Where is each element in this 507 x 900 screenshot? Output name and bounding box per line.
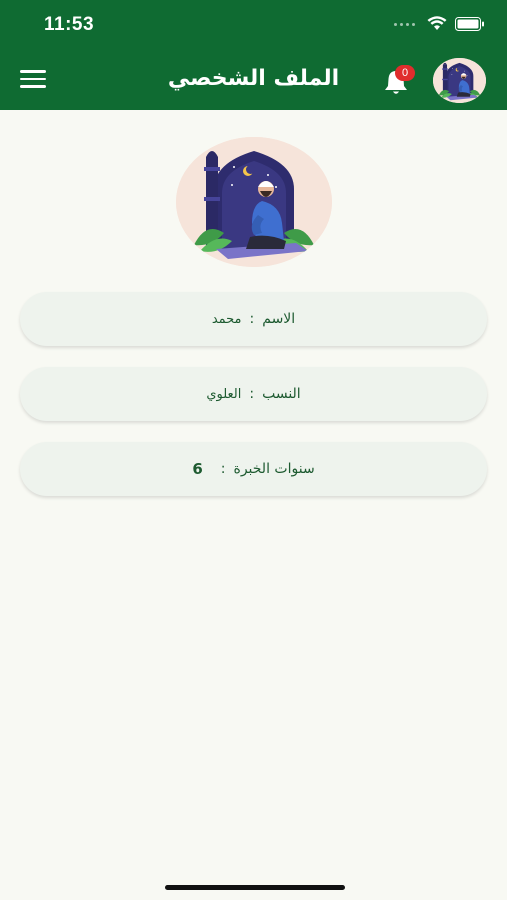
experience-label: سنوات الخبرة bbox=[233, 461, 315, 477]
name-separator: : bbox=[249, 311, 255, 327]
signal-dots-icon bbox=[394, 22, 415, 26]
experience-value: 6 bbox=[192, 460, 203, 478]
lineage-value: العلوي bbox=[206, 386, 242, 402]
status-icons bbox=[394, 16, 485, 32]
status-time: 11:53 bbox=[44, 14, 95, 35]
name-value: محمد bbox=[211, 311, 242, 327]
experience-field: سنوات الخبرة : 6 bbox=[20, 442, 487, 496]
battery-icon bbox=[455, 17, 484, 31]
lineage-field: النسب : العلوي bbox=[20, 367, 487, 421]
wifi-icon bbox=[427, 16, 447, 30]
experience-separator: : bbox=[220, 461, 226, 477]
header-avatar[interactable] bbox=[433, 58, 486, 103]
name-label: الاسم bbox=[262, 311, 296, 327]
page-title: الملف الشخصي bbox=[167, 66, 340, 91]
profile-avatar bbox=[176, 137, 332, 267]
app-header: 11:53 الملف الشخصي 0 bbox=[0, 0, 507, 110]
home-indicator[interactable] bbox=[165, 885, 345, 890]
lineage-label: النسب bbox=[262, 386, 301, 402]
notification-badge: 0 bbox=[395, 65, 415, 81]
lineage-separator: : bbox=[249, 386, 255, 402]
name-field: الاسم : محمد bbox=[20, 292, 487, 346]
